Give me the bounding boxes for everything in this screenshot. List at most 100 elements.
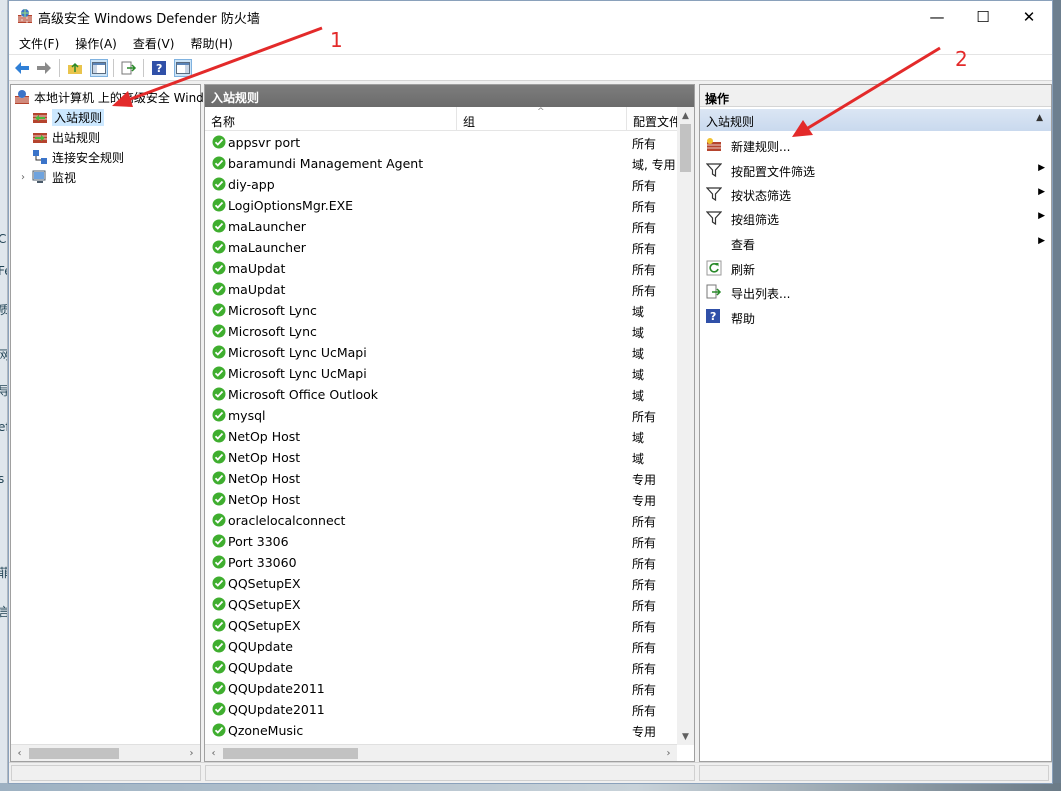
table-row[interactable]: Microsoft Lync UcMapi 域 bbox=[205, 342, 677, 363]
rule-profile: 所有 bbox=[632, 137, 657, 151]
scroll-left-icon[interactable]: ‹ bbox=[11, 745, 28, 762]
table-row[interactable]: Port 33060 所有 bbox=[205, 552, 677, 573]
menu-file[interactable]: 文件(F) bbox=[11, 32, 67, 54]
action-item[interactable]: 新建规则... bbox=[700, 133, 1051, 157]
table-row[interactable]: appsvr port 所有 bbox=[205, 132, 677, 153]
rule-name: Microsoft Lync bbox=[228, 324, 317, 339]
rule-name: maUpdat bbox=[228, 282, 286, 297]
table-row[interactable]: diy-app 所有 bbox=[205, 174, 677, 195]
scrollbar-thumb[interactable] bbox=[223, 748, 358, 759]
table-row[interactable]: NetOp Host 专用 bbox=[205, 489, 677, 510]
table-row[interactable]: QQUpdate2011 所有 bbox=[205, 678, 677, 699]
table-row[interactable]: QzoneMusic 专用 bbox=[205, 720, 677, 741]
section-label: 入站规则 bbox=[706, 115, 755, 129]
table-row[interactable]: baramundi Management Agent 域, 专用 bbox=[205, 153, 677, 174]
svg-text:?: ? bbox=[710, 310, 716, 323]
action-label: 帮助 bbox=[731, 312, 756, 326]
scroll-up-icon[interactable]: ▲ bbox=[677, 107, 694, 124]
column-header-name[interactable]: 名称 bbox=[205, 107, 457, 131]
action-item[interactable]: 按状态筛选 ▶ bbox=[700, 182, 1051, 206]
action-item[interactable]: ? 帮助 bbox=[700, 305, 1051, 329]
table-row[interactable]: maUpdat 所有 bbox=[205, 258, 677, 279]
action-item[interactable]: 按组筛选 ▶ bbox=[700, 206, 1051, 230]
close-button[interactable]: ✕ bbox=[1006, 1, 1052, 32]
maximize-button[interactable]: ☐ bbox=[960, 1, 1006, 32]
expand-chevron-icon[interactable]: › bbox=[18, 172, 28, 183]
table-row[interactable]: maUpdat 所有 bbox=[205, 279, 677, 300]
tree-horizontal-scrollbar[interactable]: ‹ › bbox=[11, 744, 200, 761]
desktop-strip: C Fe 质网导 ef s 菲言 bbox=[0, 0, 8, 791]
menu-bar: 文件(F) 操作(A) 查看(V) 帮助(H) bbox=[9, 32, 1052, 54]
rule-profile: 所有 bbox=[632, 263, 657, 277]
menu-help[interactable]: 帮助(H) bbox=[182, 32, 240, 54]
rule-name: Microsoft Lync UcMapi bbox=[228, 345, 367, 360]
table-row[interactable]: maLauncher 所有 bbox=[205, 237, 677, 258]
scroll-right-icon[interactable]: › bbox=[183, 745, 200, 762]
enabled-check-icon bbox=[212, 471, 226, 485]
rule-profile: 域 bbox=[632, 347, 645, 361]
action-item[interactable]: 按配置文件筛选 ▶ bbox=[700, 158, 1051, 182]
actions-section-inbound[interactable]: 入站规则 ▲ bbox=[700, 109, 1051, 131]
enabled-check-icon bbox=[212, 282, 226, 296]
title-bar[interactable]: 高级安全 Windows Defender 防火墙 — ☐ ✕ bbox=[9, 1, 1052, 32]
table-row[interactable]: Port 3306 所有 bbox=[205, 531, 677, 552]
scrollbar-thumb[interactable] bbox=[29, 748, 119, 759]
scroll-down-icon[interactable]: ▼ bbox=[677, 728, 694, 745]
show-hide-action-pane-icon[interactable] bbox=[174, 59, 192, 77]
action-label: 新建规则... bbox=[731, 140, 791, 154]
table-row[interactable]: NetOp Host 专用 bbox=[205, 468, 677, 489]
scrollbar-thumb[interactable] bbox=[680, 124, 691, 172]
table-row[interactable]: Microsoft Lync UcMapi 域 bbox=[205, 363, 677, 384]
back-arrow-icon[interactable] bbox=[13, 59, 31, 77]
action-item[interactable]: 查看 ▶ bbox=[700, 231, 1051, 255]
tree-item-inbound-rules[interactable]: 入站规则 bbox=[32, 107, 105, 127]
minimize-button[interactable]: — bbox=[914, 1, 960, 32]
enabled-check-icon bbox=[212, 261, 226, 275]
table-row[interactable]: QQSetupEX 所有 bbox=[205, 615, 677, 636]
desktop-glyph: s bbox=[0, 472, 4, 486]
table-row[interactable]: QQUpdate 所有 bbox=[205, 636, 677, 657]
tree-item-monitoring[interactable]: › 监视 bbox=[18, 167, 76, 187]
table-row[interactable]: oraclelocalconnect 所有 bbox=[205, 510, 677, 531]
enabled-check-icon bbox=[212, 618, 226, 632]
table-row[interactable]: maLauncher 所有 bbox=[205, 216, 677, 237]
table-row[interactable]: QQSetupEX 所有 bbox=[205, 573, 677, 594]
enabled-check-icon bbox=[212, 345, 226, 359]
action-item[interactable]: 刷新 bbox=[700, 256, 1051, 280]
rule-profile: 所有 bbox=[632, 683, 657, 697]
table-row[interactable]: Microsoft Office Outlook 域 bbox=[205, 384, 677, 405]
menu-action[interactable]: 操作(A) bbox=[67, 32, 125, 54]
close-icon: ✕ bbox=[1022, 7, 1036, 26]
rules-horizontal-scrollbar[interactable]: ‹ › bbox=[205, 744, 677, 761]
table-row[interactable]: NetOp Host 域 bbox=[205, 447, 677, 468]
table-row[interactable]: Microsoft Lync 域 bbox=[205, 300, 677, 321]
table-row[interactable]: mysql 所有 bbox=[205, 405, 677, 426]
action-item[interactable]: 导出列表... bbox=[700, 280, 1051, 304]
help-icon[interactable]: ? bbox=[150, 59, 168, 77]
collapse-caret-icon[interactable]: ▲ bbox=[1036, 113, 1043, 123]
enabled-check-icon bbox=[212, 177, 226, 191]
scroll-right-icon[interactable]: › bbox=[660, 745, 677, 762]
rules-vertical-scrollbar[interactable]: ▲ ▼ bbox=[677, 107, 694, 745]
table-row[interactable]: NetOp Host 域 bbox=[205, 426, 677, 447]
export-list-icon[interactable] bbox=[120, 59, 138, 77]
table-row[interactable]: QQUpdate2011 所有 bbox=[205, 699, 677, 720]
toolbar-separator bbox=[143, 59, 144, 77]
scroll-left-icon[interactable]: ‹ bbox=[205, 745, 222, 762]
up-folder-icon[interactable] bbox=[66, 59, 84, 77]
forward-arrow-icon[interactable] bbox=[35, 59, 53, 77]
table-row[interactable]: QQUpdate 所有 bbox=[205, 657, 677, 678]
monitor-icon bbox=[32, 169, 48, 185]
table-row[interactable]: LogiOptionsMgr.EXE 所有 bbox=[205, 195, 677, 216]
desktop-glyph: ef bbox=[0, 420, 7, 434]
show-hide-tree-icon[interactable] bbox=[90, 59, 108, 77]
rule-profile: 所有 bbox=[632, 620, 657, 634]
table-row[interactable]: QQSetupEX 所有 bbox=[205, 594, 677, 615]
enabled-check-icon bbox=[212, 156, 226, 170]
rule-name: NetOp Host bbox=[228, 450, 301, 465]
tree-item-outbound-rules[interactable]: 出站规则 bbox=[32, 127, 100, 147]
table-row[interactable]: Microsoft Lync 域 bbox=[205, 321, 677, 342]
menu-view[interactable]: 查看(V) bbox=[125, 32, 183, 54]
tree-item-connection-security[interactable]: 连接安全规则 bbox=[32, 147, 124, 167]
enabled-check-icon bbox=[212, 135, 226, 149]
